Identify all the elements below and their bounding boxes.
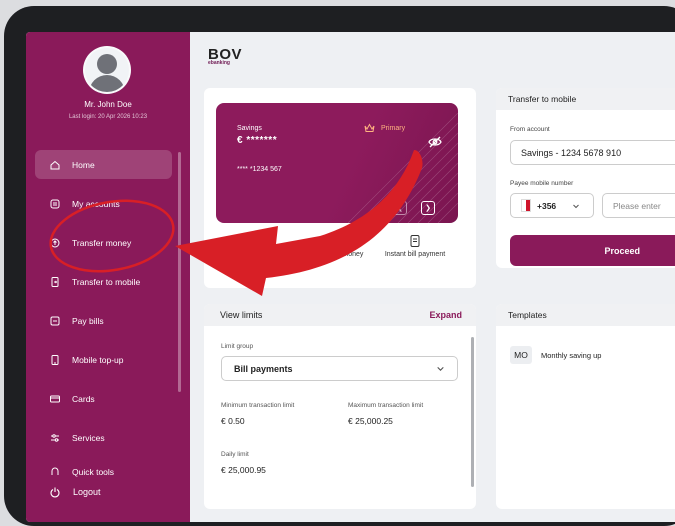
sidebar-item-services[interactable]: Services: [35, 423, 172, 452]
tools-icon: [49, 465, 61, 477]
transfer-money-icon: [49, 237, 61, 249]
sidebar-item-pay-bills[interactable]: Pay bills: [35, 306, 172, 335]
sidebar-item-mobile-top-up[interactable]: Mobile top-up: [35, 345, 172, 374]
chevron-down-icon: [437, 366, 444, 371]
account-balance: € *******: [237, 135, 278, 146]
expand-link[interactable]: Expand: [429, 310, 462, 320]
card-prev-button[interactable]: ❮: [393, 201, 407, 215]
country-code-select[interactable]: +356: [510, 193, 594, 218]
accounts-icon: [255, 236, 267, 246]
sidebar-item-cards[interactable]: Cards: [35, 384, 172, 413]
phone-icon: [49, 354, 61, 366]
sidebar-item-label: Pay bills: [72, 315, 104, 326]
tablet-frame: Mr. John Doe Last login: 20 Apr 2026 10:…: [4, 6, 675, 526]
limits-scrollbar[interactable]: [471, 337, 474, 487]
quick-action-accounts[interactable]: accounts: [226, 234, 296, 260]
mobile-transfer-icon: [49, 276, 61, 288]
sidebar-scrollbar[interactable]: [178, 152, 181, 392]
from-account-select[interactable]: Savings - 1234 5678 910: [510, 140, 675, 165]
avatar-body: [89, 75, 125, 92]
crown-icon: [364, 123, 375, 132]
user-name: Mr. John Doe: [84, 100, 132, 109]
avatar[interactable]: [83, 46, 131, 94]
home-icon: [49, 159, 61, 171]
quick-action-label: accounts: [246, 251, 276, 258]
daily-limit-value: € 25,000.95: [221, 465, 266, 475]
card-icon: [49, 393, 61, 405]
avatar-head: [97, 54, 117, 74]
sidebar-item-quick-tools[interactable]: Quick tools: [35, 457, 172, 477]
payee-mobile-label: Payee mobile number: [510, 180, 574, 187]
view-limits-panel: View limits Expand Limit group Bill paym…: [204, 304, 476, 509]
template-item[interactable]: MO Monthly saving up: [510, 346, 601, 364]
sidebar-item-transfer-money[interactable]: Transfer money: [35, 228, 172, 257]
accounts-icon: [49, 198, 61, 210]
transfer-to-mobile-panel: Transfer to mobile From account Savings …: [496, 88, 675, 268]
sidebar-item-label: My accounts: [72, 198, 120, 209]
template-label: Monthly saving up: [541, 350, 602, 360]
card-next-button[interactable]: ❯: [421, 201, 435, 215]
app-screen: Mr. John Doe Last login: 20 Apr 2026 10:…: [26, 32, 675, 522]
view-limits-title: View limits: [220, 310, 263, 320]
accounts-overview-panel: Savings € ******* Primary **** *1234 567…: [204, 88, 476, 288]
limit-group-label: Limit group: [221, 343, 254, 350]
transfer-icon: [333, 235, 345, 247]
sidebar-item-home[interactable]: Home: [35, 150, 172, 179]
templates-panel: Templates MO Monthly saving up: [496, 304, 675, 509]
account-number: **** *1234 567: [237, 166, 282, 173]
savings-account-card[interactable]: Savings € ******* Primary **** *1234 567…: [216, 103, 458, 223]
receipt-icon: [410, 235, 420, 247]
brand-logo[interactable]: BOV ebanking: [208, 46, 242, 66]
min-limit-label: Minimum transaction limit: [221, 402, 295, 409]
logout-label: Logout: [73, 487, 101, 497]
services-icon: [49, 432, 61, 444]
primary-label: Primary: [381, 124, 406, 132]
sidebar-item-label: Services: [72, 432, 105, 443]
quick-action-instant-bill-payment[interactable]: Instant bill payment: [380, 234, 450, 260]
primary-badge: Primary: [364, 123, 405, 133]
proceed-button[interactable]: Proceed: [510, 235, 675, 266]
sidebar-item-transfer-to-mobile[interactable]: Transfer to mobile: [35, 267, 172, 296]
daily-limit-label: Daily limit: [221, 451, 249, 458]
hide-balance-icon[interactable]: [428, 136, 442, 148]
power-icon: [50, 487, 60, 498]
sidebar-item-label: Transfer money: [72, 237, 132, 248]
bill-icon: [49, 315, 61, 327]
quick-action-label: Instant bill payment: [384, 251, 446, 258]
country-code: +356: [537, 200, 557, 211]
sidebar: Mr. John Doe Last login: 20 Apr 2026 10:…: [26, 32, 190, 522]
last-login: Last login: 20 Apr 2026 10:23: [68, 114, 148, 120]
templates-title: Templates: [496, 304, 675, 326]
from-account-label: From account: [510, 126, 550, 133]
quick-action-transfer-money[interactable]: Transfer money: [304, 234, 374, 260]
quick-action-label: Transfer money: [314, 251, 364, 258]
sidebar-item-label: Cards: [72, 393, 95, 404]
max-limit-label: Maximum transaction limit: [348, 402, 424, 409]
sidebar-item-my-accounts[interactable]: My accounts: [35, 189, 172, 218]
mobile-number-input[interactable]: Please enter: [602, 193, 675, 218]
sidebar-item-label: Quick tools: [72, 467, 115, 477]
chevron-down-icon: [573, 204, 580, 208]
view-limits-header: View limits Expand: [204, 304, 476, 326]
malta-flag-icon: [521, 199, 531, 212]
sidebar-item-label: Home: [72, 159, 95, 170]
max-limit-value: € 25,000.25: [348, 416, 393, 426]
template-badge: MO: [510, 346, 532, 364]
logout-button[interactable]: Logout: [49, 486, 101, 498]
sidebar-item-label: Transfer to mobile: [72, 276, 141, 287]
chevron-left-icon: ❮: [397, 205, 403, 212]
account-type: Savings: [237, 125, 262, 132]
limit-group-select[interactable]: Bill payments: [221, 356, 458, 381]
limit-group-value: Bill payments: [234, 363, 293, 374]
min-limit-value: € 0.50: [221, 416, 245, 426]
chevron-right-icon: ❯: [425, 205, 431, 212]
sidebar-item-label: Mobile top-up: [72, 354, 124, 365]
transfer-to-mobile-title: Transfer to mobile: [496, 88, 675, 110]
